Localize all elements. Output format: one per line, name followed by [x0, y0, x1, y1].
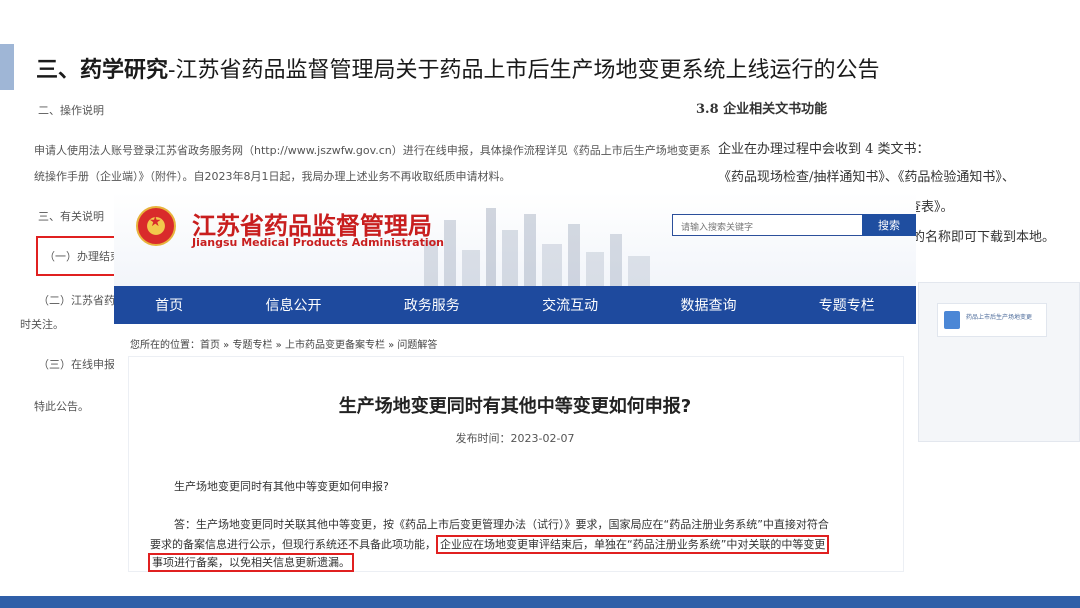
skyline-graphic	[424, 208, 650, 286]
article-answer-line: 事项进行备案，以免相关信息更新遗漏。	[148, 553, 354, 572]
nav-info-disclosure[interactable]: 信息公开	[249, 295, 337, 315]
system-tile[interactable]: 药品上市后生产场地变更	[937, 303, 1047, 337]
nav-data-query[interactable]: 数据查询	[664, 295, 752, 315]
national-emblem-icon	[136, 206, 176, 246]
doc-closing: 特此公告。	[34, 400, 89, 413]
title-accent-bar	[0, 44, 14, 90]
website-screenshot: 江苏省药品监督管理局 Jiangsu Medical Products Admi…	[114, 192, 916, 572]
breadcrumb[interactable]: 您所在的位置：首页 » 专题专栏 » 上市药品变更备案专栏 » 问题解答	[130, 336, 437, 351]
nav-government-services[interactable]: 政务服务	[388, 295, 476, 315]
presentation-slide: 三、药学研究-江苏省药品监督管理局关于药品上市后生产场地变更系统上线运行的公告 …	[0, 0, 1080, 608]
doc-heading-operation: 二、操作说明	[38, 104, 104, 117]
nav-interaction[interactable]: 交流互动	[526, 295, 614, 315]
document-icon	[944, 311, 960, 329]
doc-paragraph: 统操作手册（企业端）》（附件）。自2023年8月1日起，我局办理上述业务不再收取…	[34, 170, 511, 183]
article-date: 发布时间：2023-02-07	[455, 432, 575, 445]
site-header: 江苏省药品监督管理局 Jiangsu Medical Products Admi…	[114, 192, 916, 286]
article-title: 生产场地变更同时有其他中等变更如何申报?	[338, 396, 692, 417]
site-name-english: Jiangsu Medical Products Administration	[192, 236, 444, 249]
nav-home[interactable]: 首页	[139, 295, 199, 315]
article-question: 生产场地变更同时有其他中等变更如何申报?	[174, 480, 389, 493]
slide-title: 三、药学研究-江苏省药品监督管理局关于药品上市后生产场地变更系统上线运行的公告	[36, 57, 880, 83]
doc-paragraph: 申请人使用法人账号登录江苏省政务服务网（http://www.jszwfw.go…	[34, 144, 711, 157]
doc-paragraph: （二）江苏省药品	[38, 294, 126, 307]
highlighted-text: 事项进行备案，以免相关信息更新遗漏。	[148, 553, 354, 572]
manual-line: 的名称即可下载到本地。	[912, 230, 1056, 245]
article-answer-line: 要求的备案信息进行公示，但现行系统还不具备此项功能， 企业应在场地变更审评结束后，…	[150, 535, 830, 554]
article-answer-line: 答：生产场地变更同时关联其他中等变更，按《药品上市后变更管理办法（试行）》要求，…	[174, 518, 829, 531]
system-panel: 药品上市后生产场地变更	[918, 282, 1080, 442]
manual-line: 企业在办理过程中会收到 4 类文书：	[718, 142, 930, 157]
doc-heading-notes: 三、有关说明	[38, 210, 104, 223]
search-input[interactable]: 请输入搜索关键字	[672, 214, 862, 236]
footer-bar	[0, 596, 1080, 608]
search-button[interactable]: 搜索	[862, 214, 916, 236]
manual-line: 《药品现场检查/抽样通知书》、《药品检验通知书》、	[718, 170, 1015, 185]
doc-paragraph: 时关注。	[20, 318, 64, 331]
manual-section-heading: 3.8 企业相关文书功能	[696, 102, 828, 117]
nav-special-topics[interactable]: 专题专栏	[803, 295, 891, 315]
doc-paragraph: （三）在线申报	[38, 358, 115, 371]
main-nav: 首页 信息公开 政务服务 交流互动 数据查询 专题专栏	[114, 286, 916, 324]
system-tile-label: 药品上市后生产场地变更	[966, 314, 1033, 321]
highlighted-text: 企业应在场地变更审评结束后，单独在“药品注册业务系统”中对关联的中等变更	[436, 535, 830, 554]
